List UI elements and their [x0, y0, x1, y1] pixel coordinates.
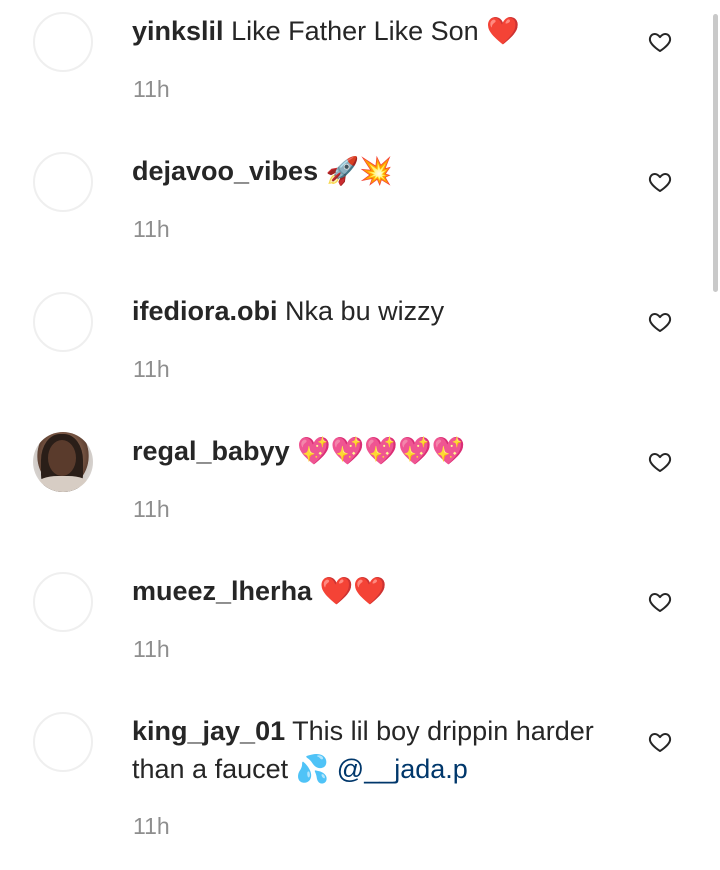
comment-text: mueez_lherha ❤️❤️ [132, 572, 612, 611]
like-button[interactable] [648, 310, 672, 334]
comment-timestamp: 11h [133, 216, 170, 242]
like-button[interactable] [648, 730, 672, 754]
comment-item: ifediora.obi Nka bu wizzy 11h [0, 280, 720, 420]
heart-outline-icon [648, 173, 672, 192]
heart-outline-icon [648, 33, 672, 52]
comment-username[interactable]: regal_babyy [132, 436, 290, 466]
avatar[interactable] [33, 152, 93, 212]
avatar[interactable] [33, 572, 93, 632]
heart-outline-icon [648, 313, 672, 332]
comment-emoji: ❤️ [486, 16, 520, 47]
comment-body: Like Father Like Son [231, 16, 479, 46]
comment-username[interactable]: mueez_lherha [132, 576, 312, 606]
heart-outline-icon [648, 453, 672, 472]
comment-body: Nka bu wizzy [285, 296, 445, 326]
comment-text: king_jay_01 This lil boy drippin harder … [132, 712, 612, 789]
like-button[interactable] [648, 450, 672, 474]
comment-username[interactable]: dejavoo_vibes [132, 156, 318, 186]
comment-item: king_jay_01 This lil boy drippin harder … [0, 700, 720, 870]
comment-timestamp: 11h [133, 813, 170, 839]
avatar-face [48, 440, 76, 476]
comment-timestamp: 11h [133, 636, 170, 662]
like-button[interactable] [648, 170, 672, 194]
comment-text: regal_babyy 💖💖💖💖💖 [132, 432, 612, 471]
comment-emoji: ❤️❤️ [319, 576, 387, 607]
comment-item: regal_babyy 💖💖💖💖💖 11h [0, 420, 720, 560]
comment-item: mueez_lherha ❤️❤️ 11h [0, 560, 720, 700]
comments-screen: yinkslil Like Father Like Son ❤️ 11h dej… [0, 0, 720, 870]
comment-item: yinkslil Like Father Like Son ❤️ 11h [0, 0, 720, 140]
comment-text: ifediora.obi Nka bu wizzy [132, 292, 612, 331]
avatar[interactable] [33, 432, 93, 492]
comment-username[interactable]: yinkslil [132, 16, 224, 46]
comment-timestamp: 11h [133, 76, 170, 102]
avatar-shirt [37, 476, 89, 492]
comment-timestamp: 11h [133, 356, 170, 382]
avatar[interactable] [33, 712, 93, 772]
comment-item: dejavoo_vibes 🚀💥 11h [0, 140, 720, 280]
comment-emoji: 💦 [295, 754, 330, 785]
avatar[interactable] [33, 292, 93, 352]
comment-emoji: 💖💖💖💖💖 [297, 436, 466, 467]
comment-timestamp: 11h [133, 496, 170, 522]
like-button[interactable] [648, 590, 672, 614]
heart-outline-icon [648, 733, 672, 752]
comment-emoji: 🚀💥 [325, 156, 393, 187]
avatar[interactable] [33, 12, 93, 72]
comment-username[interactable]: king_jay_01 [132, 716, 285, 746]
comment-text: dejavoo_vibes 🚀💥 [132, 152, 612, 191]
comment-mention[interactable]: @__jada.p [337, 754, 468, 784]
heart-outline-icon [648, 593, 672, 612]
comment-username[interactable]: ifediora.obi [132, 296, 278, 326]
like-button[interactable] [648, 30, 672, 54]
comment-text: yinkslil Like Father Like Son ❤️ [132, 12, 612, 51]
